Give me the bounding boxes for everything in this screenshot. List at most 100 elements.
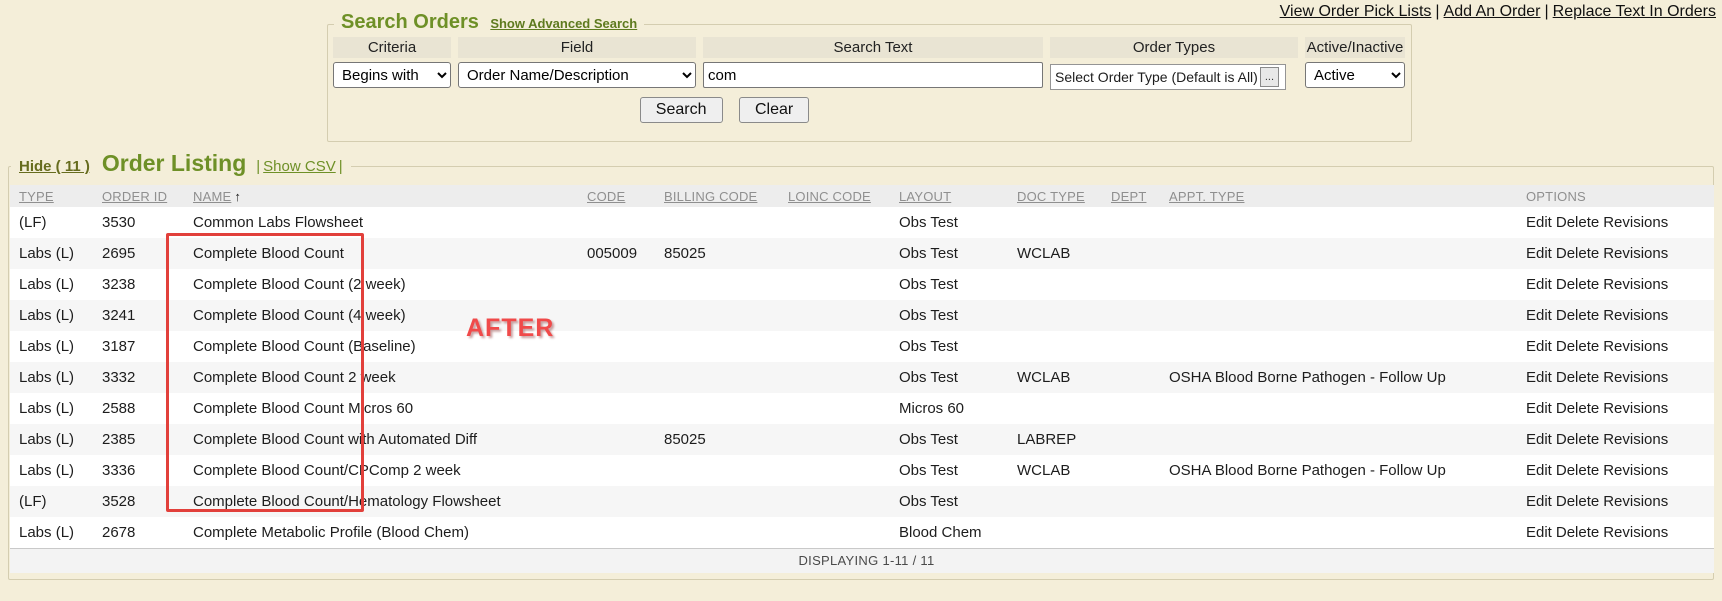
layout-cell: Obs Test: [890, 300, 1008, 331]
delete-link[interactable]: Delete: [1556, 245, 1599, 262]
revisions-link[interactable]: Revisions: [1603, 245, 1668, 262]
add-an-order-link[interactable]: Add An Order: [1444, 3, 1541, 20]
doc-type-cell: [1008, 331, 1102, 362]
search-form: Criteria Field Search Text Order Types A…: [333, 37, 1405, 90]
revisions-link[interactable]: Revisions: [1603, 493, 1668, 510]
delete-link[interactable]: Delete: [1556, 400, 1599, 417]
dept-cell: [1102, 269, 1160, 300]
orders-table: TYPE ORDER ID NAME↑ CODE BILLING CODE LO…: [10, 185, 1714, 573]
order-type-ellipsis-button[interactable]: ...: [1260, 67, 1279, 87]
type-cell: Labs (L): [10, 331, 93, 362]
search-text-input[interactable]: [703, 62, 1043, 88]
revisions-link[interactable]: Revisions: [1603, 462, 1668, 479]
delete-link[interactable]: Delete: [1556, 307, 1599, 324]
edit-link[interactable]: Edit: [1526, 338, 1552, 355]
delete-link[interactable]: Delete: [1556, 462, 1599, 479]
type-cell: Labs (L): [10, 517, 93, 548]
show-advanced-search-link[interactable]: Show Advanced Search: [490, 16, 637, 31]
appt-type-cell: [1160, 300, 1517, 331]
search-button[interactable]: Search: [640, 97, 723, 123]
edit-link[interactable]: Edit: [1526, 369, 1552, 386]
billing-code-cell: [655, 362, 779, 393]
col-header-billing-code[interactable]: BILLING CODE: [655, 185, 779, 207]
edit-link[interactable]: Edit: [1526, 431, 1552, 448]
revisions-link[interactable]: Revisions: [1603, 431, 1668, 448]
billing-code-cell: [655, 269, 779, 300]
col-header-dept[interactable]: DEPT: [1102, 185, 1160, 207]
col-header-loinc-code[interactable]: LOINC CODE: [779, 185, 890, 207]
doc-type-cell: [1008, 207, 1102, 238]
type-cell: Labs (L): [10, 393, 93, 424]
delete-link[interactable]: Delete: [1556, 338, 1599, 355]
revisions-link[interactable]: Revisions: [1603, 307, 1668, 324]
col-header-appt-type[interactable]: APPT. TYPE: [1160, 185, 1517, 207]
loinc-code-cell: [779, 238, 890, 269]
billing-code-cell: [655, 331, 779, 362]
order-types-header: Order Types: [1050, 37, 1298, 58]
dept-cell: [1102, 238, 1160, 269]
code-cell: [578, 517, 655, 548]
criteria-select[interactable]: Begins with: [333, 62, 451, 88]
nav-separator: |: [1541, 3, 1553, 20]
options-cell: EditDeleteRevisions: [1517, 486, 1714, 517]
revisions-link[interactable]: Revisions: [1603, 369, 1668, 386]
edit-link[interactable]: Edit: [1526, 493, 1552, 510]
order-name-cell: Complete Blood Count (2 week): [184, 269, 578, 300]
replace-text-in-orders-link[interactable]: Replace Text In Orders: [1553, 3, 1716, 20]
revisions-link[interactable]: Revisions: [1603, 276, 1668, 293]
revisions-link[interactable]: Revisions: [1603, 214, 1668, 231]
search-orders-title: Search Orders: [341, 11, 479, 33]
col-header-name[interactable]: NAME↑: [184, 185, 578, 207]
hide-listing-link[interactable]: Hide ( 11 ): [19, 158, 90, 175]
order-name-cell: Common Labs Flowsheet: [184, 207, 578, 238]
delete-link[interactable]: Delete: [1556, 524, 1599, 541]
loinc-code-cell: [779, 300, 890, 331]
order-listing-legend: Hide ( 11 ) Order Listing |Show CSV|: [11, 150, 351, 177]
options-cell: EditDeleteRevisions: [1517, 424, 1714, 455]
billing-code-cell: [655, 455, 779, 486]
billing-code-cell: [655, 207, 779, 238]
col-header-code[interactable]: CODE: [578, 185, 655, 207]
delete-link[interactable]: Delete: [1556, 214, 1599, 231]
delete-link[interactable]: Delete: [1556, 493, 1599, 510]
edit-link[interactable]: Edit: [1526, 307, 1552, 324]
type-cell: Labs (L): [10, 269, 93, 300]
col-header-type[interactable]: TYPE: [10, 185, 93, 207]
show-csv-link[interactable]: Show CSV: [260, 158, 339, 175]
doc-type-cell: [1008, 269, 1102, 300]
col-header-doc-type[interactable]: DOC TYPE: [1008, 185, 1102, 207]
order-id-cell: 2678: [93, 517, 184, 548]
doc-type-cell: [1008, 300, 1102, 331]
order-type-picker[interactable]: Select Order Type (Default is All) ...: [1050, 64, 1286, 90]
loinc-code-cell: [779, 331, 890, 362]
delete-link[interactable]: Delete: [1556, 431, 1599, 448]
col-header-order-id[interactable]: ORDER ID: [93, 185, 184, 207]
edit-link[interactable]: Edit: [1526, 462, 1552, 479]
order-row: Labs (L) 3187 Complete Blood Count (Base…: [10, 331, 1714, 362]
doc-type-cell: WCLAB: [1008, 455, 1102, 486]
loinc-code-cell: [779, 486, 890, 517]
edit-link[interactable]: Edit: [1526, 524, 1552, 541]
edit-link[interactable]: Edit: [1526, 276, 1552, 293]
code-cell: [578, 486, 655, 517]
col-header-layout[interactable]: LAYOUT: [890, 185, 1008, 207]
edit-link[interactable]: Edit: [1526, 245, 1552, 262]
order-row: Labs (L) 2678 Complete Metabolic Profile…: [10, 517, 1714, 548]
edit-link[interactable]: Edit: [1526, 400, 1552, 417]
delete-link[interactable]: Delete: [1556, 369, 1599, 386]
revisions-link[interactable]: Revisions: [1603, 524, 1668, 541]
billing-code-cell: 85025: [655, 424, 779, 455]
order-name-cell: Complete Blood Count (Baseline): [184, 331, 578, 362]
layout-cell: Obs Test: [890, 331, 1008, 362]
order-id-cell: 3238: [93, 269, 184, 300]
view-order-pick-lists-link[interactable]: View Order Pick Lists: [1280, 3, 1432, 20]
field-select[interactable]: Order Name/Description: [458, 62, 696, 88]
delete-link[interactable]: Delete: [1556, 276, 1599, 293]
revisions-link[interactable]: Revisions: [1603, 338, 1668, 355]
edit-link[interactable]: Edit: [1526, 214, 1552, 231]
revisions-link[interactable]: Revisions: [1603, 400, 1668, 417]
clear-button[interactable]: Clear: [739, 97, 809, 123]
order-name-cell: Complete Metabolic Profile (Blood Chem): [184, 517, 578, 548]
active-inactive-select[interactable]: Active: [1305, 62, 1405, 88]
options-cell: EditDeleteRevisions: [1517, 517, 1714, 548]
